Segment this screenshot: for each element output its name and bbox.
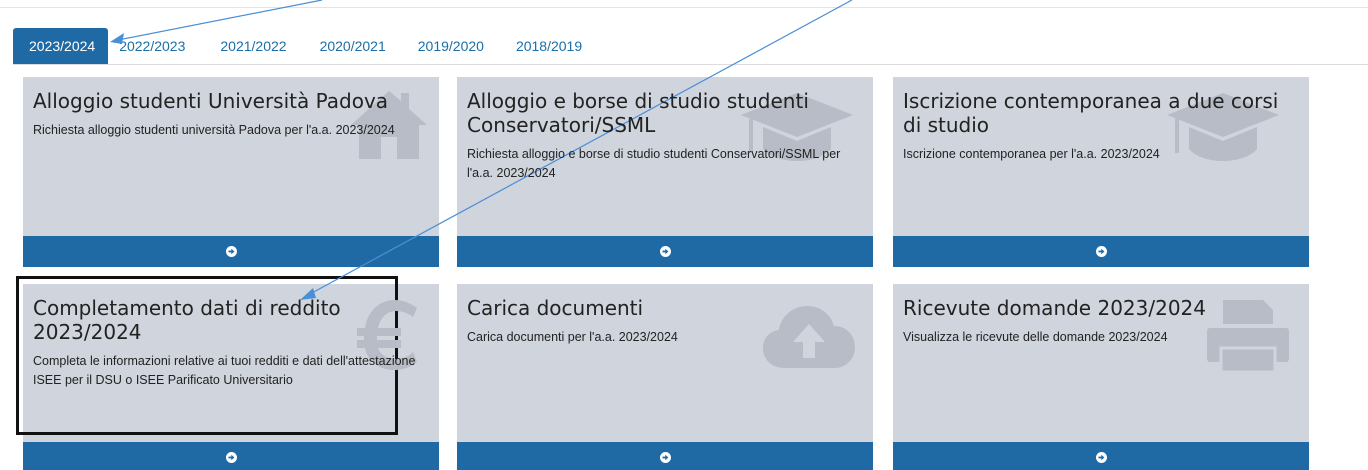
tile-title: Alloggio studenti Università Padova (33, 89, 389, 113)
tile-description: Carica documenti per l'a.a. 2023/2024 (467, 330, 678, 344)
arrow-right-circle-icon (1095, 246, 1107, 257)
tile-description: Richiesta alloggio studenti università P… (33, 123, 395, 137)
tile-description: Richiesta alloggio e borse di studio stu… (467, 147, 841, 180)
tab-2018-2019[interactable]: 2018/2019 (516, 28, 582, 64)
tab-2020-2021[interactable]: 2020/2021 (320, 28, 386, 64)
tile-title: Iscrizione contemporanea a due corsi di … (903, 89, 1279, 137)
arrow-right-circle-icon (1095, 452, 1107, 463)
tile-description: Visualizza le ricevute delle domande 202… (903, 330, 1168, 344)
top-divider (0, 7, 1368, 8)
tile-open-button[interactable] (893, 442, 1309, 470)
tile-open-button[interactable] (23, 442, 439, 470)
tile-iscrizione-contemporanea: Iscrizione contemporanea a due corsi di … (893, 77, 1309, 267)
tabs-underline (13, 64, 1368, 65)
tile-title: Alloggio e borse di studio studenti Cons… (467, 89, 809, 137)
arrow-right-circle-icon (659, 246, 671, 257)
arrow-right-circle-icon (659, 452, 671, 463)
tab-2022-2023[interactable]: 2022/2023 (119, 28, 185, 64)
tile-title: Ricevute domande 2023/2024 (903, 296, 1207, 320)
tile-open-button[interactable] (457, 442, 873, 470)
tile-description: Completa le informazioni relative ai tuo… (33, 354, 416, 387)
tile-description: Iscrizione contemporanea per l'a.a. 2023… (903, 147, 1160, 161)
arrow-right-circle-icon (225, 452, 237, 463)
tile-alloggio-padova: Alloggio studenti Università Padova Rich… (23, 77, 439, 267)
tile-carica-documenti: Carica documenti Carica documenti per l'… (457, 284, 873, 470)
tile-open-button[interactable] (893, 236, 1309, 267)
tile-alloggio-conservatori: Alloggio e borse di studio studenti Cons… (457, 77, 873, 267)
tile-title: Carica documenti (467, 296, 644, 320)
arrow-right-circle-icon (225, 246, 237, 257)
tab-2021-2022[interactable]: 2021/2022 (220, 28, 286, 64)
tile-completamento-reddito: Completamento dati di reddito 2023/2024 … (23, 284, 439, 470)
tile-open-button[interactable] (23, 236, 439, 267)
year-tabs: 2023/2024 2022/2023 2021/2022 2020/2021 … (13, 28, 582, 64)
tile-open-button[interactable] (457, 236, 873, 267)
tab-2023-2024[interactable]: 2023/2024 (13, 28, 109, 64)
tile-title: Completamento dati di reddito 2023/2024 (33, 296, 341, 344)
tile-ricevute-domande: Ricevute domande 2023/2024 Visualizza le… (893, 284, 1309, 470)
tab-2019-2020[interactable]: 2019/2020 (418, 28, 484, 64)
